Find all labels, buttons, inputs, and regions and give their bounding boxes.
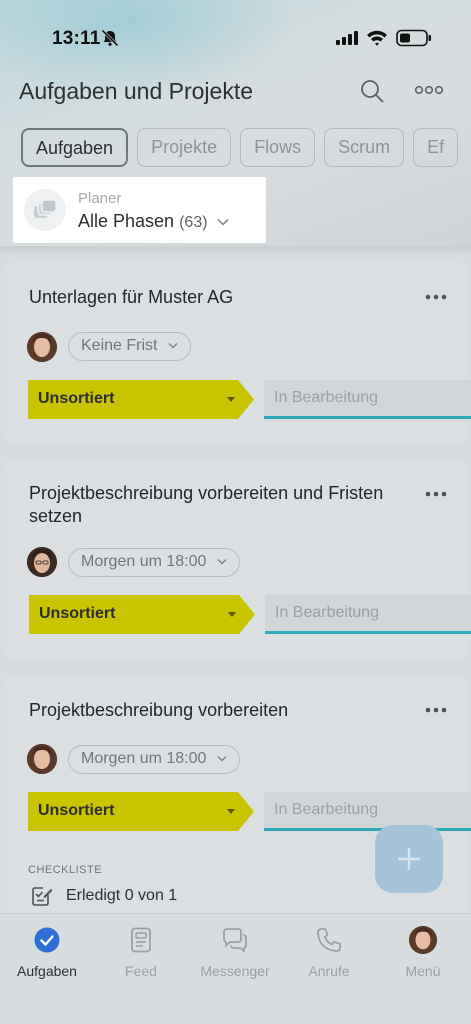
cellular-signal-icon [336, 31, 358, 45]
planner-label: Planer [78, 190, 122, 207]
stage-label: In Bearbeitung [275, 604, 380, 621]
planner-value: Alle Phasen (63) [78, 211, 229, 232]
avatar[interactable] [27, 332, 57, 362]
avatar[interactable] [27, 744, 57, 774]
deadline-chip[interactable]: Morgen um 18:00 [68, 745, 240, 774]
stage-current[interactable]: Unsortiert [29, 595, 255, 634]
avatar-image [27, 332, 57, 362]
plus-icon [398, 848, 420, 870]
app-header: Aufgaben und Projekte [0, 70, 471, 120]
stage-current[interactable]: Unsortiert [28, 792, 254, 831]
chevron-down-icon [217, 559, 227, 565]
status-bar: 13:11 [0, 0, 471, 78]
planner-selector[interactable]: Planer Alle Phasen (63) [13, 177, 266, 243]
caret-down-icon [228, 612, 236, 617]
avatar[interactable] [27, 547, 57, 577]
tabbar-item-aufgaben[interactable]: Aufgaben [0, 926, 94, 979]
tab-aufgaben[interactable]: Aufgaben [21, 128, 129, 167]
planner-stage: Alle Phasen [78, 211, 175, 231]
add-task-button[interactable] [375, 825, 443, 893]
bottom-tab-bar: Aufgaben Feed Messenger Anrufe Menü [0, 913, 471, 1024]
deadline-text: Morgen um 18:00 [81, 553, 207, 570]
feed-icon [131, 927, 151, 953]
chevron-down-icon [217, 756, 227, 762]
deadline-chip[interactable]: Morgen um 18:00 [68, 548, 240, 577]
check-circle-icon [34, 927, 60, 953]
task-card[interactable]: Unterlagen für Muster AG Keine Frist Uns… [1, 262, 471, 444]
checklist-heading: CHECKLISTE [28, 864, 103, 876]
checklist-icon [32, 887, 53, 906]
tabbar-item-menu[interactable]: Menü [376, 926, 470, 979]
phone-icon [317, 928, 341, 952]
chat-icon [223, 928, 247, 953]
tab-projekte[interactable]: Projekte [137, 128, 232, 167]
task-card[interactable]: Projektbeschreibung vorbereiten und Fris… [1, 459, 471, 660]
stage-label: Unsortiert [38, 802, 115, 819]
stage-label: In Bearbeitung [274, 389, 379, 406]
tabbar-item-anrufe[interactable]: Anrufe [282, 926, 376, 979]
task-title[interactable]: Unterlagen für Muster AG [29, 286, 389, 309]
avatar-image [27, 547, 57, 577]
tab-efficiency[interactable]: Ef [413, 128, 459, 167]
tabbar-label: Menü [405, 963, 441, 979]
planner-avatar [24, 189, 66, 231]
page-title: Aufgaben und Projekte [19, 78, 254, 104]
tabbar-item-messenger[interactable]: Messenger [188, 926, 282, 979]
more-options-icon[interactable] [425, 706, 447, 714]
planner-count: (63) [179, 214, 208, 231]
more-options-icon[interactable] [414, 82, 444, 98]
stage-next[interactable]: In Bearbeitung [264, 380, 471, 419]
tab-flows[interactable]: Flows [240, 128, 316, 167]
layers-icon [34, 200, 57, 218]
section-tabs: Aufgaben Projekte Flows Scrum Ef [21, 128, 471, 168]
avatar [409, 926, 437, 954]
bell-mute-icon [101, 29, 119, 47]
deadline-chip[interactable]: Keine Frist [68, 332, 191, 361]
stage-label: Unsortiert [39, 605, 116, 622]
battery-icon [396, 29, 431, 47]
task-title[interactable]: Projektbeschreibung vorbereiten und Fris… [29, 482, 389, 528]
deadline-text: Keine Frist [81, 337, 158, 354]
stage-current[interactable]: Unsortiert [28, 380, 254, 419]
stage-next[interactable]: In Bearbeitung [265, 595, 471, 634]
status-time: 13:11 [52, 28, 101, 49]
deadline-text: Morgen um 18:00 [81, 750, 207, 767]
tabbar-label: Messenger [200, 963, 270, 979]
tabbar-label: Anrufe [308, 963, 350, 979]
chevron-down-icon [216, 219, 229, 226]
stage-label: Unsortiert [38, 390, 115, 407]
checklist-status[interactable]: Erledigt 0 von 1 [66, 887, 177, 905]
stage-next[interactable]: In Bearbeitung [264, 792, 471, 831]
more-options-icon[interactable] [425, 490, 447, 498]
more-options-icon[interactable] [425, 293, 447, 301]
search-icon[interactable] [360, 79, 384, 103]
tabbar-item-feed[interactable]: Feed [94, 926, 188, 979]
avatar-image [409, 926, 437, 954]
chevron-down-icon [168, 343, 178, 349]
stage-label: In Bearbeitung [274, 801, 379, 818]
tab-scrum[interactable]: Scrum [324, 128, 405, 167]
caret-down-icon [227, 397, 235, 402]
wifi-icon [367, 30, 387, 46]
tabbar-label: Feed [125, 963, 157, 979]
task-title[interactable]: Projektbeschreibung vorbereiten [29, 699, 389, 722]
avatar-image [27, 744, 57, 774]
tabbar-label: Aufgaben [17, 963, 77, 979]
caret-down-icon [227, 809, 235, 814]
